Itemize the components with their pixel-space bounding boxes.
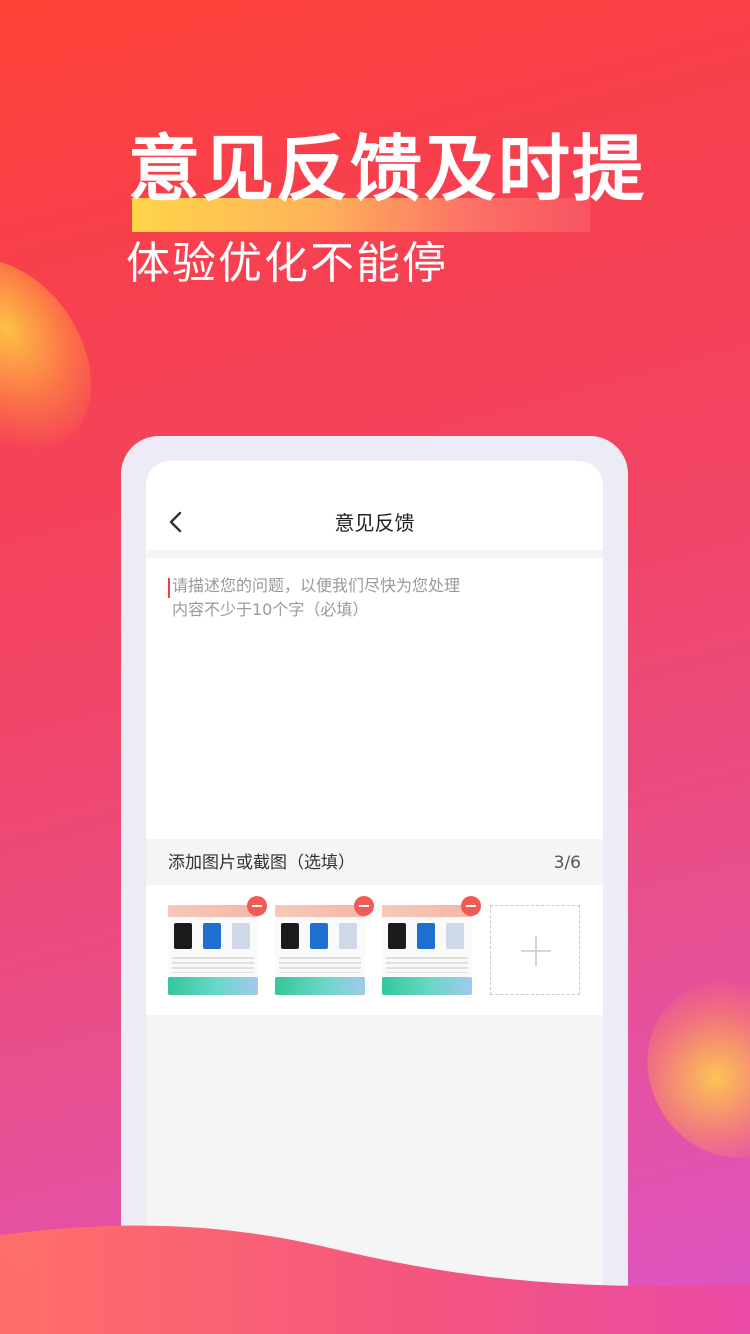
placeholder-line-1: 请描述您的问题，以便我们尽快为您处理 xyxy=(172,576,461,595)
thumb-footer xyxy=(382,977,472,995)
thumb-products xyxy=(386,923,468,955)
bottom-wave-decoration xyxy=(0,1225,750,1334)
image-thumbnail[interactable] xyxy=(275,896,374,995)
image-count: 3/6 xyxy=(553,853,581,873)
image-section-label: 添加图片或截图（选填） xyxy=(168,853,355,873)
remove-image-icon[interactable] xyxy=(247,896,267,916)
thumb-footer xyxy=(168,977,258,995)
text-caret xyxy=(168,578,170,598)
thumb-products xyxy=(279,923,361,955)
promo-headline: 意见反馈及时提 xyxy=(128,118,648,232)
thumb-text xyxy=(172,957,254,973)
thumb-products xyxy=(172,923,254,955)
nav-bar: 意见反馈 xyxy=(146,461,603,550)
image-thumbnail[interactable] xyxy=(168,896,267,995)
image-thumbnail[interactable] xyxy=(382,896,481,995)
background-glow-right xyxy=(615,952,750,1188)
textarea-placeholder: 请描述您的问题，以便我们尽快为您处理 内容不少于10个字（必填） xyxy=(172,574,460,622)
promo-subheadline: 体验优化不能停 xyxy=(126,238,448,289)
thumb-text xyxy=(279,957,361,973)
thumb-text xyxy=(386,957,468,973)
thumb-banner xyxy=(168,905,258,917)
placeholder-line-2: 内容不少于10个字（必填） xyxy=(172,600,369,619)
thumb-banner xyxy=(275,905,365,917)
headline-text: 意见反馈及时提 xyxy=(128,127,647,211)
thumb-banner xyxy=(382,905,472,917)
remove-image-icon[interactable] xyxy=(461,896,481,916)
add-image-button[interactable] xyxy=(490,905,580,995)
page-title: 意见反馈 xyxy=(334,511,415,535)
thumb-footer xyxy=(275,977,365,995)
image-section-header: 添加图片或截图（选填） 3/6 xyxy=(146,839,603,885)
remove-image-icon[interactable] xyxy=(354,896,374,916)
image-upload-area xyxy=(146,885,603,1015)
feedback-textarea[interactable]: 请描述您的问题，以便我们尽快为您处理 内容不少于10个字（必填） xyxy=(146,558,603,839)
background-glow-left xyxy=(0,225,127,485)
